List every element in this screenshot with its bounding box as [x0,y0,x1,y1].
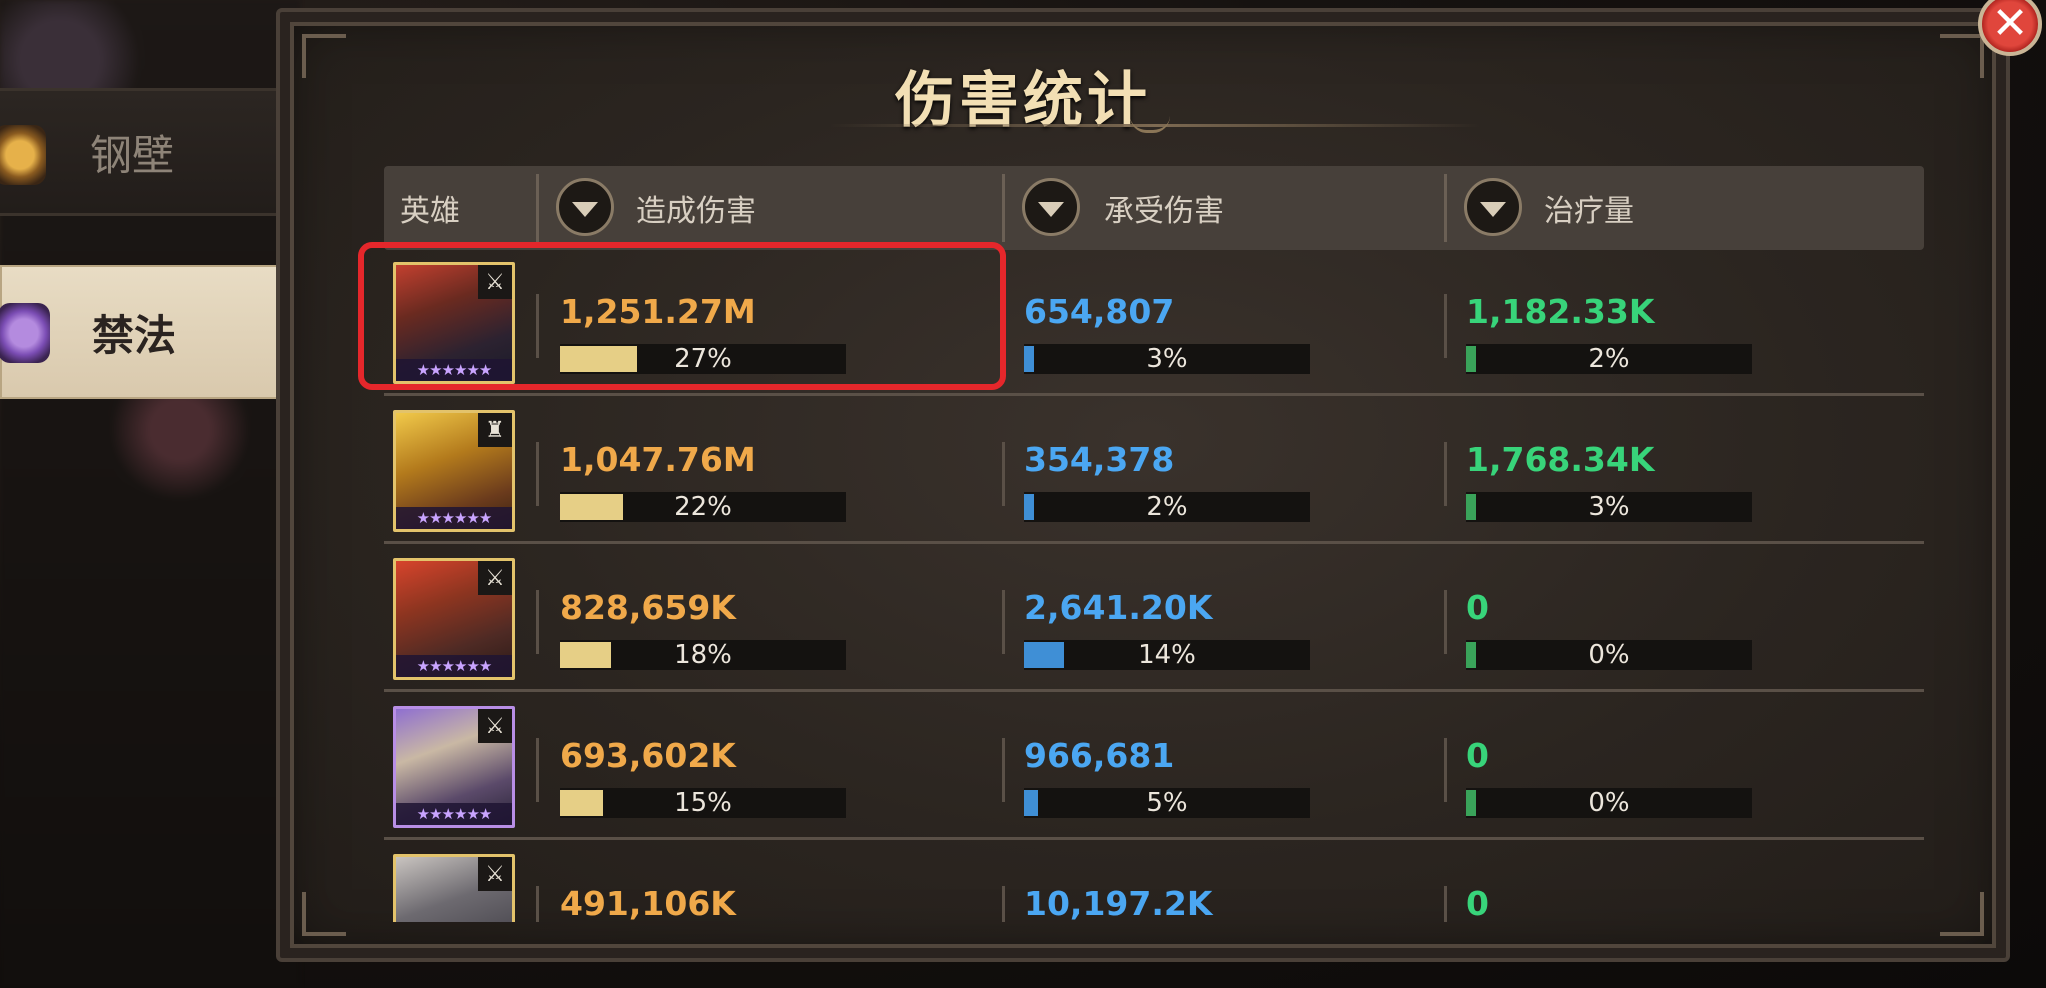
column-divider [1444,738,1447,802]
damage-dealt-value: 828,659K [560,588,736,627]
damage-taken-bar: 3% [1024,344,1310,374]
damage-taken-bar: 2% [1024,492,1310,522]
damage-taken-percent: 2% [1146,492,1188,522]
healing-value: 0 [1466,588,1489,627]
column-divider [1002,738,1005,802]
header-healing: 治疗量 [1544,194,1634,229]
healing-percent: 3% [1588,492,1630,522]
hero-stat-row[interactable]: ♜ ★★★★★★ 1,047.76M 22% 354,378 2% 1,768.34K 3% [384,398,1924,544]
damage-dealt-percent: 22% [674,492,732,522]
healing-value: 0 [1466,884,1489,922]
highlight-frame [358,242,1006,390]
header-hero: 英雄 [400,194,460,229]
damage-dealt-value: 693,602K [560,736,736,775]
weapon-class-icon: ⚔ [478,857,512,891]
damage-dealt-bar: 15% [560,788,846,818]
sort-damage-dealt-button[interactable] [556,178,614,236]
column-divider [1444,590,1447,654]
healing-bar: 2% [1466,344,1752,374]
healing-percent: 0% [1588,640,1630,670]
column-divider [536,738,539,802]
hero-avatar[interactable]: ♜ ★★★★★★ [393,410,515,532]
column-divider [1444,294,1447,358]
damage-taken-bar: 5% [1024,788,1310,818]
damage-taken-percent: 5% [1146,788,1188,818]
sort-damage-taken-button[interactable] [1022,178,1080,236]
damage-taken-percent: 3% [1146,344,1188,374]
damage-taken-value: 654,807 [1024,292,1175,331]
header-divider [1002,174,1005,242]
damage-dealt-value: 1,047.76M [560,440,756,479]
hero-stat-row[interactable]: ⚔★★★★★★ 491,106K 10,197.2K 0 [384,842,1924,922]
healing-bar: 0% [1466,788,1752,818]
hero-stat-row[interactable]: ⚔ ★★★★★★ 693,602K 15% 966,681 5% 0 0% [384,694,1924,840]
damage-taken-value: 10,197.2K [1024,884,1213,922]
weapon-class-icon: ⚔ [478,561,512,595]
forbidden-magic-emblem-icon [0,303,50,363]
column-divider [1444,886,1447,922]
column-divider [1444,442,1447,506]
row-divider [384,837,1924,840]
column-divider [536,590,539,654]
row-divider [384,541,1924,544]
damage-dealt-value: 491,106K [560,884,736,922]
column-divider [536,886,539,922]
healing-bar: 0% [1466,640,1752,670]
close-icon: ✕ [1991,0,2029,49]
healing-percent: 2% [1588,344,1630,374]
sort-healing-button[interactable] [1464,178,1522,236]
weapon-class-icon: ♜ [478,413,512,447]
table-header: 英雄 造成伤害 承受伤害 治疗量 [384,166,1924,250]
chevron-down-icon [1480,201,1506,217]
healing-value: 0 [1466,736,1489,775]
header-damage-dealt: 造成伤害 [636,194,756,229]
damage-taken-bar: 14% [1024,640,1310,670]
corner-ornament [1940,892,1984,936]
column-divider [536,442,539,506]
row-divider [384,393,1924,396]
chevron-down-icon [1038,201,1064,217]
header-divider [1444,174,1447,242]
hero-avatar[interactable]: ⚔ ★★★★★★ [393,706,515,828]
column-divider [1002,886,1005,922]
damage-taken-value: 2,641.20K [1024,588,1213,627]
star-rating-icon: ★★★★★★ [396,655,512,677]
header-damage-taken: 承受伤害 [1104,194,1224,229]
healing-percent: 0% [1588,788,1630,818]
damage-taken-value: 354,378 [1024,440,1175,479]
hero-avatar[interactable]: ⚔★★★★★★ [393,854,515,922]
column-divider [1002,590,1005,654]
star-rating-icon: ★★★★★★ [396,803,512,825]
damage-dealt-bar: 18% [560,640,846,670]
healing-value: 1,182.33K [1466,292,1655,331]
column-divider [1002,442,1005,506]
row-divider [384,689,1924,692]
damage-dealt-percent: 15% [674,788,732,818]
header-divider [536,174,539,242]
damage-taken-value: 966,681 [1024,736,1175,775]
chevron-down-icon [572,201,598,217]
damage-dealt-bar: 22% [560,492,846,522]
corner-ornament [302,892,346,936]
healing-bar: 3% [1466,492,1752,522]
damage-taken-percent: 14% [1138,640,1196,670]
hero-avatar[interactable]: ⚔ ★★★★★★ [393,558,515,680]
tab-forbidden-magic[interactable]: 禁法 [0,265,282,399]
tab-label: 禁法 [92,310,177,360]
hero-stat-row[interactable]: ⚔ ★★★★★★ 828,659K 18% 2,641.20K 14% 0 0% [384,546,1924,692]
weapon-class-icon: ⚔ [478,709,512,743]
star-rating-icon: ★★★★★★ [396,507,512,529]
damage-dealt-percent: 18% [674,640,732,670]
close-button[interactable]: ✕ [1978,0,2042,56]
healing-value: 1,768.34K [1466,440,1655,479]
